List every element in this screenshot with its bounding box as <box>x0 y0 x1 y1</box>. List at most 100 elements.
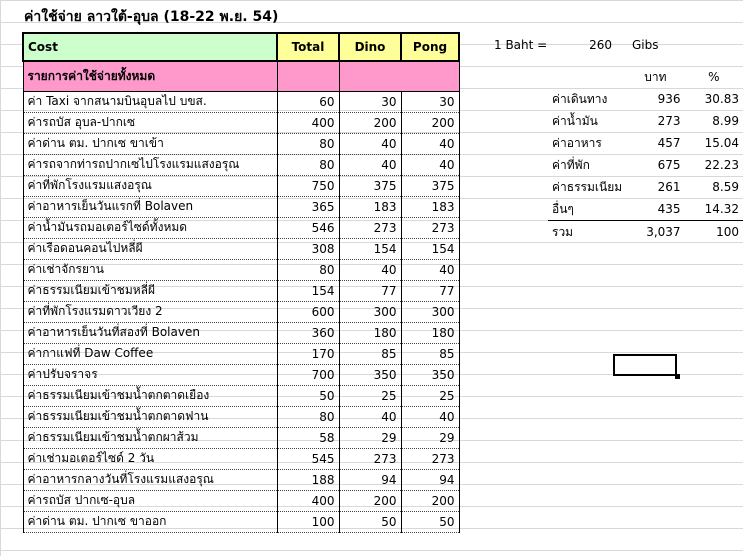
row-pong[interactable]: 200 <box>400 490 460 512</box>
row-total[interactable]: 80 <box>276 406 340 428</box>
row-dino[interactable]: 350 <box>338 364 402 386</box>
row-dino[interactable]: 77 <box>338 280 402 302</box>
row-dino[interactable]: 50 <box>338 511 402 533</box>
summary-label[interactable]: อื่นๆ <box>548 198 627 221</box>
row-pong[interactable]: 50 <box>400 511 460 533</box>
summary-pct[interactable]: 8.59 <box>685 176 743 198</box>
row-label[interactable]: ค่าเช่าจักรยาน <box>22 259 278 281</box>
row-pong[interactable]: 25 <box>400 385 460 407</box>
header-total[interactable]: Total <box>276 32 340 62</box>
selected-cell[interactable] <box>613 354 677 376</box>
row-pong[interactable]: 29 <box>400 427 460 449</box>
row-dino[interactable]: 94 <box>338 469 402 491</box>
category-empty-cell[interactable] <box>338 61 460 92</box>
category-label[interactable]: รายการค่าใช้จ่ายทั้งหมด <box>22 61 278 92</box>
row-total[interactable]: 60 <box>276 91 340 113</box>
row-dino[interactable]: 40 <box>338 133 402 155</box>
row-total[interactable]: 58 <box>276 427 340 449</box>
fill-handle[interactable] <box>675 374 680 379</box>
row-label[interactable]: ค่าเรือดอนคอนไปหลี่ผี <box>22 238 278 260</box>
row-total[interactable]: 400 <box>276 490 340 512</box>
summary-header-pct[interactable]: % <box>685 66 743 88</box>
summary-pct[interactable]: 8.99 <box>685 110 743 132</box>
row-label[interactable]: ค่าธรรมเนียมเข้าชมน้ำตกผาส้วม <box>22 427 278 449</box>
summary-baht[interactable]: 936 <box>626 88 684 110</box>
row-pong[interactable]: 40 <box>400 406 460 428</box>
row-total[interactable]: 154 <box>276 280 340 302</box>
row-dino[interactable]: 85 <box>338 343 402 365</box>
row-label[interactable]: ค่าที่พักโรงแรมดาวเวียง 2 <box>22 301 278 323</box>
summary-total-baht[interactable]: 3,037 <box>626 221 684 244</box>
row-label[interactable]: ค่าที่พักโรงแรมแสงอรุณ <box>22 175 278 197</box>
row-label[interactable]: ค่าอาหารเย็นวันที่สองที่ Bolaven <box>22 322 278 344</box>
summary-pct[interactable]: 30.83 <box>685 88 743 110</box>
exchange-label[interactable]: 1 Baht = <box>494 38 547 52</box>
row-label[interactable]: ค่ารถบัส ปากเซ-อุบล <box>22 490 278 512</box>
row-total[interactable]: 400 <box>276 112 340 134</box>
row-total[interactable]: 546 <box>276 217 340 239</box>
summary-label[interactable]: ค่าที่พัก <box>548 154 626 176</box>
row-label[interactable]: ค่าอาหารกลางวันที่โรงแรมแสงอรุณ <box>22 469 278 491</box>
summary-pct[interactable]: 22.23 <box>685 154 743 176</box>
summary-header-baht[interactable]: บาท <box>626 66 684 88</box>
row-dino[interactable]: 200 <box>338 490 402 512</box>
row-label[interactable]: ค่าน้ำมันรถมอเตอร์ไซด์ทั้งหมด <box>22 217 278 239</box>
summary-label[interactable]: ค่าธรรมเนียม <box>548 176 626 198</box>
row-total[interactable]: 50 <box>276 385 340 407</box>
row-total[interactable]: 80 <box>276 154 340 176</box>
row-label[interactable]: ค่ารถจากท่ารถปากเซไปโรงแรมแสงอรุณ <box>22 154 278 176</box>
summary-baht[interactable]: 273 <box>626 110 684 132</box>
summary-header-blank[interactable] <box>548 66 626 88</box>
header-dino[interactable]: Dino <box>338 32 402 62</box>
row-label[interactable]: ค่าด่าน ตม. ปากเซ ขาออก <box>22 511 278 533</box>
row-total[interactable]: 80 <box>276 133 340 155</box>
row-total[interactable]: 170 <box>276 343 340 365</box>
row-pong[interactable]: 85 <box>400 343 460 365</box>
summary-label[interactable]: ค่าเดินทาง <box>548 88 626 110</box>
row-total[interactable]: 80 <box>276 259 340 281</box>
row-pong[interactable]: 40 <box>400 154 460 176</box>
row-pong[interactable]: 273 <box>400 448 460 470</box>
row-label[interactable]: ค่าเช่ามอเตอร์ไซด์ 2 วัน <box>22 448 278 470</box>
exchange-unit[interactable]: Gibs <box>632 38 659 52</box>
row-pong[interactable]: 183 <box>400 196 460 218</box>
row-dino[interactable]: 25 <box>338 385 402 407</box>
row-total[interactable]: 188 <box>276 469 340 491</box>
row-pong[interactable]: 350 <box>400 364 460 386</box>
summary-pct[interactable]: 15.04 <box>685 132 743 154</box>
summary-baht[interactable]: 675 <box>626 154 684 176</box>
header-pong[interactable]: Pong <box>400 32 460 62</box>
row-label[interactable]: ค่า Taxi จากสนามบินอุบลไป บขส. <box>22 91 278 113</box>
row-pong[interactable]: 375 <box>400 175 460 197</box>
row-label[interactable]: ค่ากาแฟที่ Daw Coffee <box>22 343 278 365</box>
row-label[interactable]: ค่ารถบัส อุบล-ปากเซ <box>22 112 278 134</box>
row-pong[interactable]: 30 <box>400 91 460 113</box>
row-total[interactable]: 600 <box>276 301 340 323</box>
row-total[interactable]: 700 <box>276 364 340 386</box>
row-pong[interactable]: 180 <box>400 322 460 344</box>
row-pong[interactable]: 40 <box>400 133 460 155</box>
row-total[interactable]: 750 <box>276 175 340 197</box>
row-label[interactable]: ค่าธรรมเนียมเข้าชมหลี่ผี <box>22 280 278 302</box>
summary-baht[interactable]: 261 <box>626 176 684 198</box>
row-dino[interactable]: 154 <box>338 238 402 260</box>
row-pong[interactable]: 94 <box>400 469 460 491</box>
row-total[interactable]: 545 <box>276 448 340 470</box>
row-dino[interactable]: 40 <box>338 406 402 428</box>
row-total[interactable]: 308 <box>276 238 340 260</box>
summary-label[interactable]: ค่าอาหาร <box>548 132 626 154</box>
category-empty-cell[interactable] <box>276 61 340 92</box>
row-dino[interactable]: 273 <box>338 217 402 239</box>
row-label[interactable]: ค่าธรรมเนียมเข้าชมน้ำตกตาดฟาน <box>22 406 278 428</box>
row-dino[interactable]: 273 <box>338 448 402 470</box>
row-dino[interactable]: 180 <box>338 322 402 344</box>
row-dino[interactable]: 29 <box>338 427 402 449</box>
row-pong[interactable]: 77 <box>400 280 460 302</box>
row-label[interactable]: ค่าปรับจราจร <box>22 364 278 386</box>
row-dino[interactable]: 300 <box>338 301 402 323</box>
row-pong[interactable]: 154 <box>400 238 460 260</box>
summary-baht[interactable]: 435 <box>626 198 685 221</box>
summary-label[interactable]: ค่าน้ำมัน <box>548 110 626 132</box>
row-pong[interactable]: 273 <box>400 217 460 239</box>
summary-total-pct[interactable]: 100 <box>685 221 743 244</box>
